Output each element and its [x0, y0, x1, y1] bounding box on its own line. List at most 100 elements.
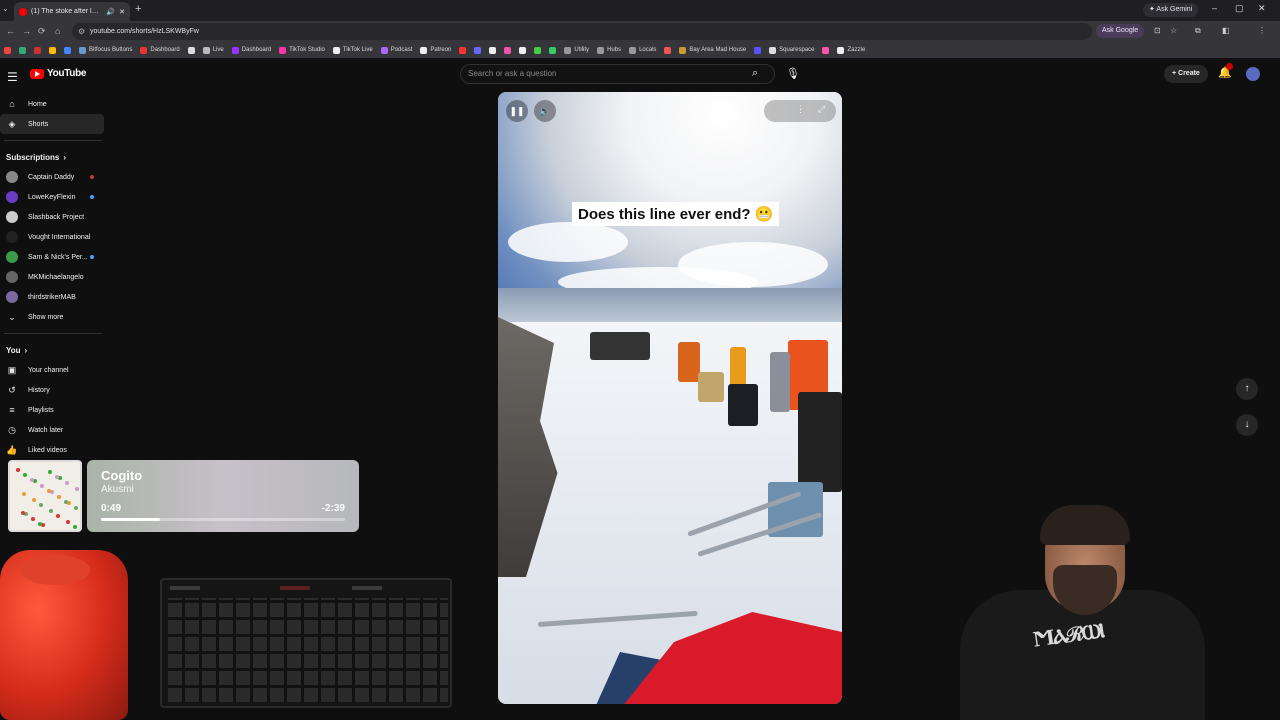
bookmark-item[interactable] [549, 46, 557, 54]
bookmark-item[interactable] [19, 46, 26, 54]
bookmark-star-icon[interactable]: ☆ [1170, 26, 1177, 35]
close-window-button[interactable]: ✕ [1258, 3, 1266, 14]
keyboard-media-keys [170, 586, 200, 590]
bookmark-item[interactable]: TikTok Studio [279, 46, 325, 54]
more-options-icon[interactable]: ⋮ [796, 104, 805, 115]
search-icon[interactable]: ⌕ [752, 67, 758, 80]
streamer-webcam: ϺⲀℛⲰⲒ [935, 505, 1205, 720]
bookmark-item[interactable]: Bitfocus Buttons [79, 46, 133, 54]
address-bar[interactable]: ⚙ youtube.com/shorts/HzLSKWByFw [72, 23, 1092, 40]
microphone-icon[interactable]: 🎙 [786, 67, 800, 80]
sidebar-subscription-item[interactable]: Captain Daddy [0, 167, 104, 187]
channel-name: Vought International [28, 233, 91, 241]
subscriptions-header[interactable]: Subscriptions › [0, 147, 110, 167]
sidebar-subscription-item[interactable]: Sam & Nick's Per... [0, 247, 104, 267]
bookmark-item[interactable] [64, 46, 71, 54]
bookmark-item[interactable]: Patreon [420, 46, 451, 54]
sidebar-subscription-item[interactable]: thirdstrikerMAB [0, 287, 104, 307]
shorts-video-player[interactable]: Does this line ever end? 😬 ❚❚ 🔈 ⋮ ⤢ [498, 92, 842, 704]
bookmark-favicon-icon [549, 46, 557, 54]
minimize-button[interactable]: – [1212, 3, 1217, 13]
bookmark-item[interactable]: Bay Area Mad House [679, 46, 746, 54]
browser-menu-icon[interactable]: ⋮ [1258, 26, 1266, 35]
bookmark-item[interactable]: Locals [629, 46, 656, 54]
album-art-dot [56, 514, 60, 518]
sidebar-item-history[interactable]: ↺ History [0, 380, 104, 400]
account-avatar[interactable] [1246, 67, 1260, 81]
volume-icon[interactable]: 🔈 [534, 100, 556, 122]
bookmark-favicon-icon [34, 46, 41, 54]
bookmark-item[interactable]: Dashboard [231, 46, 271, 54]
bookmark-item[interactable] [754, 46, 762, 54]
profile-icon[interactable]: ◧ [1222, 26, 1230, 35]
bookmark-item[interactable]: TikTok Live [332, 46, 373, 54]
previous-short-arrow-up-icon[interactable]: ↑ [1236, 378, 1258, 400]
back-button[interactable]: ← [6, 26, 15, 36]
keyboard-object [160, 578, 452, 708]
tab-close-icon[interactable]: ✕ [119, 8, 125, 16]
notification-badge [1226, 63, 1233, 70]
bookmark-item[interactable] [187, 46, 195, 54]
site-info-icon[interactable]: ⚙ [78, 23, 85, 40]
bookmark-item[interactable]: Hubs [597, 46, 621, 54]
bookmark-item[interactable] [49, 46, 56, 54]
sidebar-subscription-item[interactable]: Vought International [0, 227, 104, 247]
tab-search-icon[interactable]: ⌄ [2, 4, 9, 13]
sidebar-item-home[interactable]: ⌂ Home [0, 94, 104, 114]
bookmark-item[interactable] [459, 46, 467, 54]
bookmark-item[interactable] [822, 46, 830, 54]
browser-tab-active[interactable]: (1) The stoke after lacing th 🔊 ✕ [14, 2, 130, 21]
pause-icon[interactable]: ❚❚ [506, 100, 528, 122]
channel-name: thirdstrikerMAB [28, 293, 76, 301]
bookmark-item[interactable] [534, 46, 542, 54]
reload-button[interactable]: ⟳ [38, 26, 46, 37]
sidebar-item-liked-videos[interactable]: 👍 Liked videos [0, 440, 104, 460]
album-art-dot [16, 468, 20, 472]
bookmark-item[interactable]: Squarespace [769, 46, 814, 54]
bookmark-item[interactable] [34, 46, 41, 54]
menu-icon[interactable]: ☰ [7, 70, 18, 84]
sidebar-item-shorts[interactable]: ◈ Shorts [0, 114, 104, 134]
sidebar-subscription-item[interactable]: Slashback Project [0, 207, 104, 227]
create-button[interactable]: + Create [1164, 65, 1208, 83]
bookmark-item[interactable]: Utility [564, 46, 589, 54]
album-art-dot [21, 511, 25, 515]
new-tab-button[interactable]: + [135, 3, 141, 15]
bookmark-item[interactable] [664, 46, 672, 54]
sidebar-item-your-channel[interactable]: ▣ Your channel [0, 360, 104, 380]
bookmark-item[interactable]: Live [202, 46, 224, 54]
bookmark-item[interactable] [504, 46, 512, 54]
search-input[interactable]: Search or ask a question [460, 64, 775, 84]
bookmark-item[interactable] [474, 46, 482, 54]
channel-name: Slashback Project [28, 213, 85, 221]
bookmark-label: Dashboard [150, 47, 180, 53]
tab-title: (1) The stoke after lacing th [31, 8, 102, 15]
bookmark-item[interactable] [4, 46, 11, 54]
bookmark-item[interactable]: Zazzle [837, 46, 865, 54]
next-short-arrow-down-icon[interactable]: ↓ [1236, 414, 1258, 436]
tab-audio-icon[interactable]: 🔊 [106, 8, 115, 16]
maximize-button[interactable]: ▢ [1235, 3, 1244, 14]
skier-black-jacket [798, 392, 842, 492]
bookmark-favicon-icon [140, 46, 148, 54]
bookmark-item[interactable]: Dashboard [140, 46, 180, 54]
extensions-icon[interactable]: ⧉ [1195, 26, 1201, 36]
ask-google-button[interactable]: Ask Google [1096, 24, 1145, 38]
show-more-button[interactable]: ⌄ Show more [0, 307, 104, 327]
fullscreen-icon[interactable]: ⤢ [818, 104, 825, 115]
you-header[interactable]: You › [0, 340, 110, 360]
bookmark-label: Bitfocus Buttons [89, 47, 133, 53]
sidebar-subscription-item[interactable]: LoweKeyFlexin [0, 187, 104, 207]
home-button[interactable]: ⌂ [55, 26, 60, 36]
ask-gemini-button[interactable]: ✦ Ask Gemini [1143, 3, 1199, 17]
forward-button[interactable]: → [22, 26, 31, 36]
youtube-logo[interactable]: YouTube [30, 68, 87, 79]
bookmark-item[interactable]: Podcast [380, 46, 412, 54]
sidebar-subscription-item[interactable]: MKMichaelangelo [0, 267, 104, 287]
sidebar-item-playlists[interactable]: ≡ Playlists [0, 400, 104, 420]
install-app-icon[interactable]: ⊡ [1154, 26, 1161, 35]
bookmark-item[interactable] [489, 46, 497, 54]
sidebar-item-watch-later[interactable]: ◷ Watch later [0, 420, 104, 440]
bookmark-item[interactable] [519, 46, 527, 54]
sidebar-divider [4, 333, 102, 334]
